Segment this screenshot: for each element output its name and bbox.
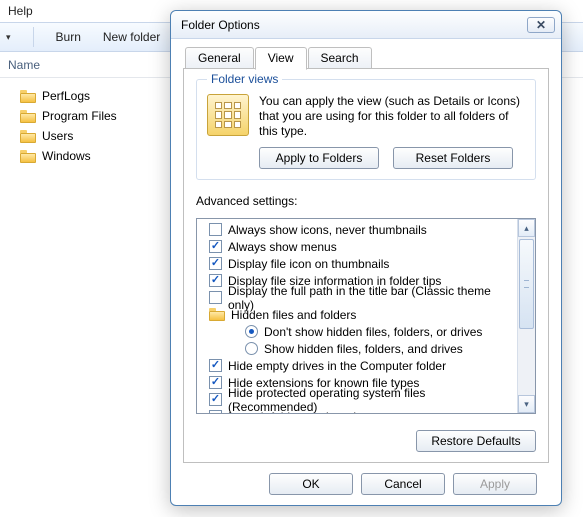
folder-views-icon (207, 94, 249, 136)
close-button[interactable]: ✕ (527, 17, 555, 33)
scroll-track[interactable] (518, 237, 535, 395)
option-label: Hidden files and folders (231, 308, 356, 322)
folder-options-dialog: Folder Options ✕ General View Search Fol… (170, 10, 562, 506)
toolbar-separator (33, 27, 34, 47)
scroll-down-button[interactable]: ▾ (518, 395, 535, 413)
folder-icon (20, 110, 36, 123)
option-label: Always show menus (228, 240, 337, 254)
file-name: Windows (42, 149, 91, 163)
advanced-option[interactable]: Show hidden files, folders, and drives (197, 340, 517, 357)
new-folder-button[interactable]: New folder (103, 30, 160, 44)
checkbox[interactable] (209, 376, 222, 389)
tab-view[interactable]: View (255, 47, 307, 70)
column-name[interactable]: Name (8, 58, 40, 72)
advanced-option[interactable]: Display the full path in the title bar (… (197, 289, 517, 306)
file-name: PerfLogs (42, 89, 90, 103)
checkbox[interactable] (209, 223, 222, 236)
option-label: Always show icons, never thumbnails (228, 223, 427, 237)
option-label: Display file icon on thumbnails (228, 257, 389, 271)
advanced-option[interactable]: Hide protected operating system files (R… (197, 391, 517, 408)
tab-general[interactable]: General (185, 47, 254, 69)
advanced-label: Advanced settings: (196, 194, 536, 208)
tab-search[interactable]: Search (308, 47, 372, 69)
toolbar-dropdown[interactable]: ▾ (6, 32, 11, 43)
folder-views-legend: Folder views (207, 72, 282, 86)
checkbox[interactable] (209, 359, 222, 372)
scroll-thumb[interactable] (519, 239, 534, 329)
folder-icon (20, 150, 36, 163)
dialog-client: General View Search Folder views You can… (171, 39, 561, 505)
restore-defaults-button[interactable]: Restore Defaults (416, 430, 536, 452)
scrollbar[interactable]: ▴ ▾ (517, 219, 535, 413)
option-label: Show hidden files, folders, and drives (264, 342, 463, 356)
folder-icon (20, 130, 36, 143)
apply-to-folders-button[interactable]: Apply to Folders (259, 147, 379, 169)
folder-icon (20, 90, 36, 103)
file-name: Program Files (42, 109, 117, 123)
advanced-option[interactable]: Always show menus (197, 238, 517, 255)
option-label: Don't show hidden files, folders, or dri… (264, 325, 482, 339)
file-name: Users (42, 129, 73, 143)
chevron-down-icon: ▾ (6, 32, 11, 43)
close-icon: ✕ (536, 18, 546, 32)
folder-views-text: You can apply the view (such as Details … (259, 94, 525, 139)
advanced-option[interactable]: Don't show hidden files, folders, or dri… (197, 323, 517, 340)
tab-view-pane: Folder views You can apply the view (suc… (183, 69, 549, 463)
radio[interactable] (245, 325, 258, 338)
checkbox[interactable] (209, 393, 222, 406)
checkbox[interactable] (209, 410, 222, 413)
advanced-settings-box: Always show icons, never thumbnails Alway… (196, 218, 536, 414)
dialog-title: Folder Options (181, 18, 527, 32)
checkbox[interactable] (209, 257, 222, 270)
option-label: Launch folder windows in a separate proc… (228, 410, 468, 414)
folder-icon (209, 308, 225, 321)
folder-views-group: Folder views You can apply the view (suc… (196, 79, 536, 180)
option-label: Hide empty drives in the Computer folder (228, 359, 446, 373)
burn-button[interactable]: Burn (56, 30, 81, 44)
tabstrip: General View Search (183, 47, 549, 69)
apply-button[interactable]: Apply (453, 473, 537, 495)
checkbox[interactable] (209, 291, 222, 304)
advanced-option[interactable]: Always show icons, never thumbnails (197, 221, 517, 238)
reset-folders-button[interactable]: Reset Folders (393, 147, 513, 169)
advanced-settings-list[interactable]: Always show icons, never thumbnails Alway… (197, 219, 517, 413)
dialog-footer: OK Cancel Apply (183, 463, 549, 495)
checkbox[interactable] (209, 240, 222, 253)
dialog-titlebar[interactable]: Folder Options ✕ (171, 11, 561, 39)
radio[interactable] (245, 342, 258, 355)
checkbox[interactable] (209, 274, 222, 287)
scroll-up-button[interactable]: ▴ (518, 219, 535, 237)
advanced-option[interactable]: Display file icon on thumbnails (197, 255, 517, 272)
advanced-option[interactable]: Hide empty drives in the Computer folder (197, 357, 517, 374)
cancel-button[interactable]: Cancel (361, 473, 445, 495)
ok-button[interactable]: OK (269, 473, 353, 495)
menu-help[interactable]: Help (8, 4, 33, 18)
